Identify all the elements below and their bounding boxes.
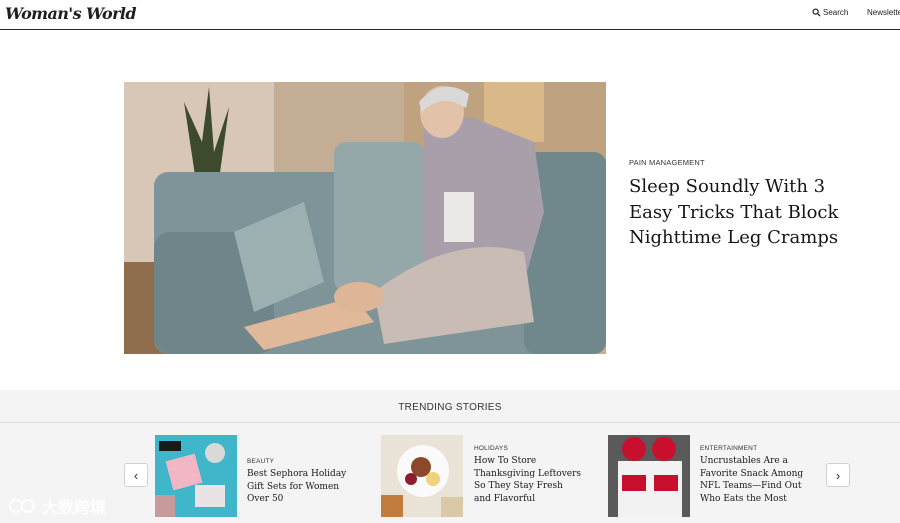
site-logo[interactable]: Woman's World	[5, 4, 137, 23]
card-photo-gifts	[155, 435, 237, 517]
search-icon	[812, 8, 821, 17]
newsletter-link[interactable]: Newsletter	[867, 8, 900, 17]
search-label: Search	[823, 8, 849, 17]
search-button[interactable]: Search	[812, 8, 848, 17]
card-photo-nfl	[608, 435, 690, 517]
card-category[interactable]: ENTERTAINMENT	[700, 445, 757, 452]
card-category[interactable]: HOLIDAYS	[474, 445, 508, 452]
hero-category[interactable]: PAIN MANAGEMENT	[629, 158, 705, 167]
card-image[interactable]	[608, 435, 690, 517]
card-title[interactable]: Uncrustables Are a Favorite Snack Among …	[700, 455, 808, 506]
trending-title: TRENDING STORIES	[398, 402, 502, 413]
card-title[interactable]: How To Store Thanksgiving Leftovers So T…	[474, 455, 582, 506]
watermark: 大数跨境	[8, 494, 106, 518]
trending-header: TRENDING STORIES	[0, 390, 900, 423]
card-image[interactable]	[155, 435, 237, 517]
watermark-logo-icon	[9, 499, 35, 513]
watermark-text: 大数跨境	[42, 500, 107, 517]
hero-photo	[124, 82, 606, 354]
chevron-right-icon: ›	[835, 467, 841, 483]
hero-title[interactable]: Sleep Soundly With 3 Easy Tricks That Bl…	[629, 174, 839, 251]
hero-image[interactable]	[124, 82, 606, 354]
card-image[interactable]	[381, 435, 463, 517]
site-header: Woman's World Search Newsletter	[0, 0, 900, 30]
card-photo-leftovers	[381, 435, 463, 517]
carousel-prev-button[interactable]: ‹	[124, 463, 148, 487]
carousel-next-button[interactable]: ›	[826, 463, 850, 487]
card-category[interactable]: BEAUTY	[247, 458, 274, 465]
card-title[interactable]: Best Sephora Holiday Gift Sets for Women…	[247, 468, 355, 506]
chevron-left-icon: ‹	[133, 467, 139, 483]
